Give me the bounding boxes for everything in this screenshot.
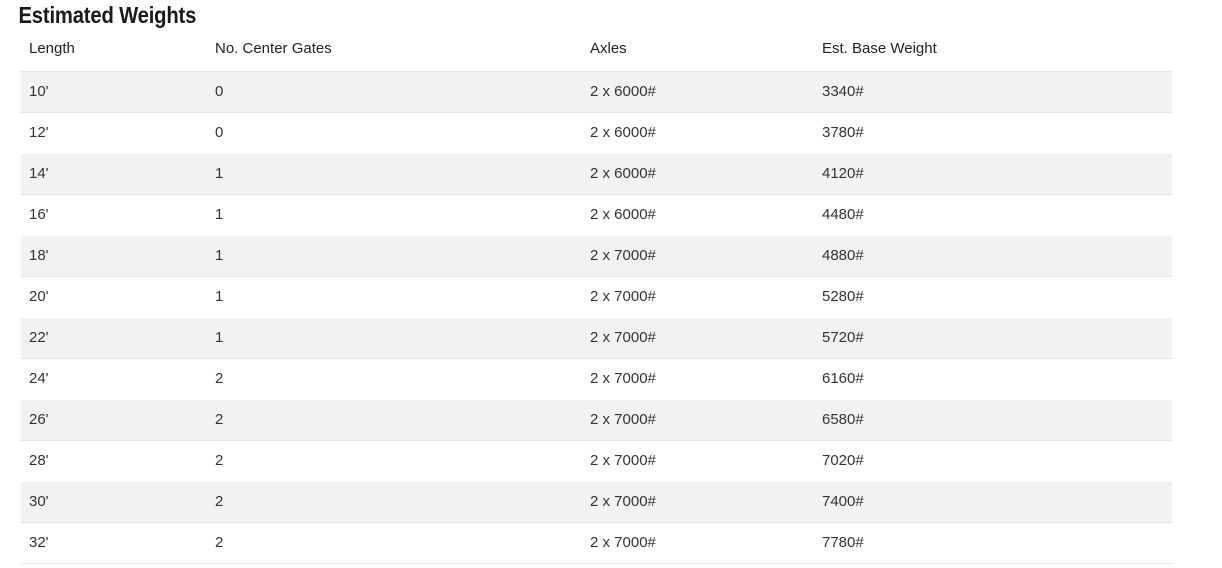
cell-base_weight: 6580# bbox=[814, 399, 1172, 441]
cell-length: 14' bbox=[21, 153, 207, 195]
estimated-weights-table-container: Length No. Center Gates Axles Est. Base … bbox=[0, 40, 1222, 564]
cell-center_gates: 2 bbox=[207, 358, 582, 400]
cell-base_weight: 7780# bbox=[814, 522, 1172, 564]
table-row: 28' 2 2 x 7000# 7020# bbox=[21, 440, 1172, 482]
cell-center_gates: 2 bbox=[207, 522, 582, 564]
cell-base_weight: 3340# bbox=[814, 71, 1172, 113]
cell-base_weight: 4880# bbox=[814, 235, 1172, 277]
cell-axles: 2 x 7000# bbox=[582, 399, 814, 441]
cell-center_gates: 1 bbox=[207, 194, 582, 236]
cell-length: 10' bbox=[21, 71, 207, 113]
cell-base_weight: 5280# bbox=[814, 276, 1172, 318]
cell-base_weight: 4120# bbox=[814, 153, 1172, 195]
table-header-row: Length No. Center Gates Axles Est. Base … bbox=[21, 40, 1172, 72]
cell-axles: 2 x 7000# bbox=[582, 317, 814, 359]
cell-base_weight: 3780# bbox=[814, 112, 1172, 154]
cell-length: 20' bbox=[21, 276, 207, 318]
table-row: 30' 2 2 x 7000# 7400# bbox=[21, 481, 1172, 523]
cell-axles: 2 x 7000# bbox=[582, 440, 814, 482]
cell-axles: 2 x 7000# bbox=[582, 235, 814, 277]
table-row: 24' 2 2 x 7000# 6160# bbox=[21, 358, 1172, 400]
cell-base_weight: 7400# bbox=[814, 481, 1172, 523]
cell-length: 24' bbox=[21, 358, 207, 400]
table-header: Length No. Center Gates Axles Est. Base … bbox=[21, 40, 1172, 72]
cell-axles: 2 x 7000# bbox=[582, 276, 814, 318]
page-root: Estimated Weights Length No. Center Gate… bbox=[0, 0, 1222, 568]
cell-base_weight: 5720# bbox=[814, 317, 1172, 359]
table-row: 32' 2 2 x 7000# 7780# bbox=[21, 522, 1172, 564]
table-body: 10' 0 2 x 6000# 3340# 12' 0 2 x 6000# 3780# 14' 1… bbox=[21, 71, 1172, 564]
cell-center_gates: 0 bbox=[207, 71, 582, 113]
cell-center_gates: 1 bbox=[207, 276, 582, 318]
estimated-weights-table: Length No. Center Gates Axles Est. Base … bbox=[21, 40, 1172, 564]
page-title: Estimated Weights bbox=[18, 2, 197, 28]
cell-axles: 2 x 6000# bbox=[582, 71, 814, 113]
cell-axles: 2 x 6000# bbox=[582, 194, 814, 236]
cell-axles: 2 x 6000# bbox=[582, 153, 814, 195]
cell-axles: 2 x 7000# bbox=[582, 358, 814, 400]
cell-base_weight: 6160# bbox=[814, 358, 1172, 400]
column-header-center-gates: No. Center Gates bbox=[215, 40, 332, 57]
table-row: 10' 0 2 x 6000# 3340# bbox=[21, 71, 1172, 113]
table-row: 26' 2 2 x 7000# 6580# bbox=[21, 399, 1172, 441]
table-row: 16' 1 2 x 6000# 4480# bbox=[21, 194, 1172, 236]
cell-length: 12' bbox=[21, 112, 207, 154]
cell-base_weight: 4480# bbox=[814, 194, 1172, 236]
table-row: 20' 1 2 x 7000# 5280# bbox=[21, 276, 1172, 318]
cell-length: 18' bbox=[21, 235, 207, 277]
column-header-base-weight: Est. Base Weight bbox=[822, 40, 937, 57]
cell-center_gates: 2 bbox=[207, 440, 582, 482]
cell-center_gates: 1 bbox=[207, 235, 582, 277]
cell-center_gates: 1 bbox=[207, 317, 582, 359]
table-row: 14' 1 2 x 6000# 4120# bbox=[21, 153, 1172, 195]
cell-base_weight: 7020# bbox=[814, 440, 1172, 482]
cell-axles: 2 x 7000# bbox=[582, 522, 814, 564]
table-row: 22' 1 2 x 7000# 5720# bbox=[21, 317, 1172, 359]
cell-length: 32' bbox=[21, 522, 207, 564]
cell-length: 30' bbox=[21, 481, 207, 523]
cell-length: 22' bbox=[21, 317, 207, 359]
cell-length: 26' bbox=[21, 399, 207, 441]
cell-center_gates: 2 bbox=[207, 481, 582, 523]
column-header-axles: Axles bbox=[590, 40, 627, 57]
table-row: 12' 0 2 x 6000# 3780# bbox=[21, 112, 1172, 154]
cell-axles: 2 x 6000# bbox=[582, 112, 814, 154]
cell-length: 16' bbox=[21, 194, 207, 236]
cell-center_gates: 0 bbox=[207, 112, 582, 154]
table-row: 18' 1 2 x 7000# 4880# bbox=[21, 235, 1172, 277]
cell-center_gates: 1 bbox=[207, 153, 582, 195]
cell-length: 28' bbox=[21, 440, 207, 482]
column-header-length: Length bbox=[29, 40, 75, 57]
cell-center_gates: 2 bbox=[207, 399, 582, 441]
cell-axles: 2 x 7000# bbox=[582, 481, 814, 523]
